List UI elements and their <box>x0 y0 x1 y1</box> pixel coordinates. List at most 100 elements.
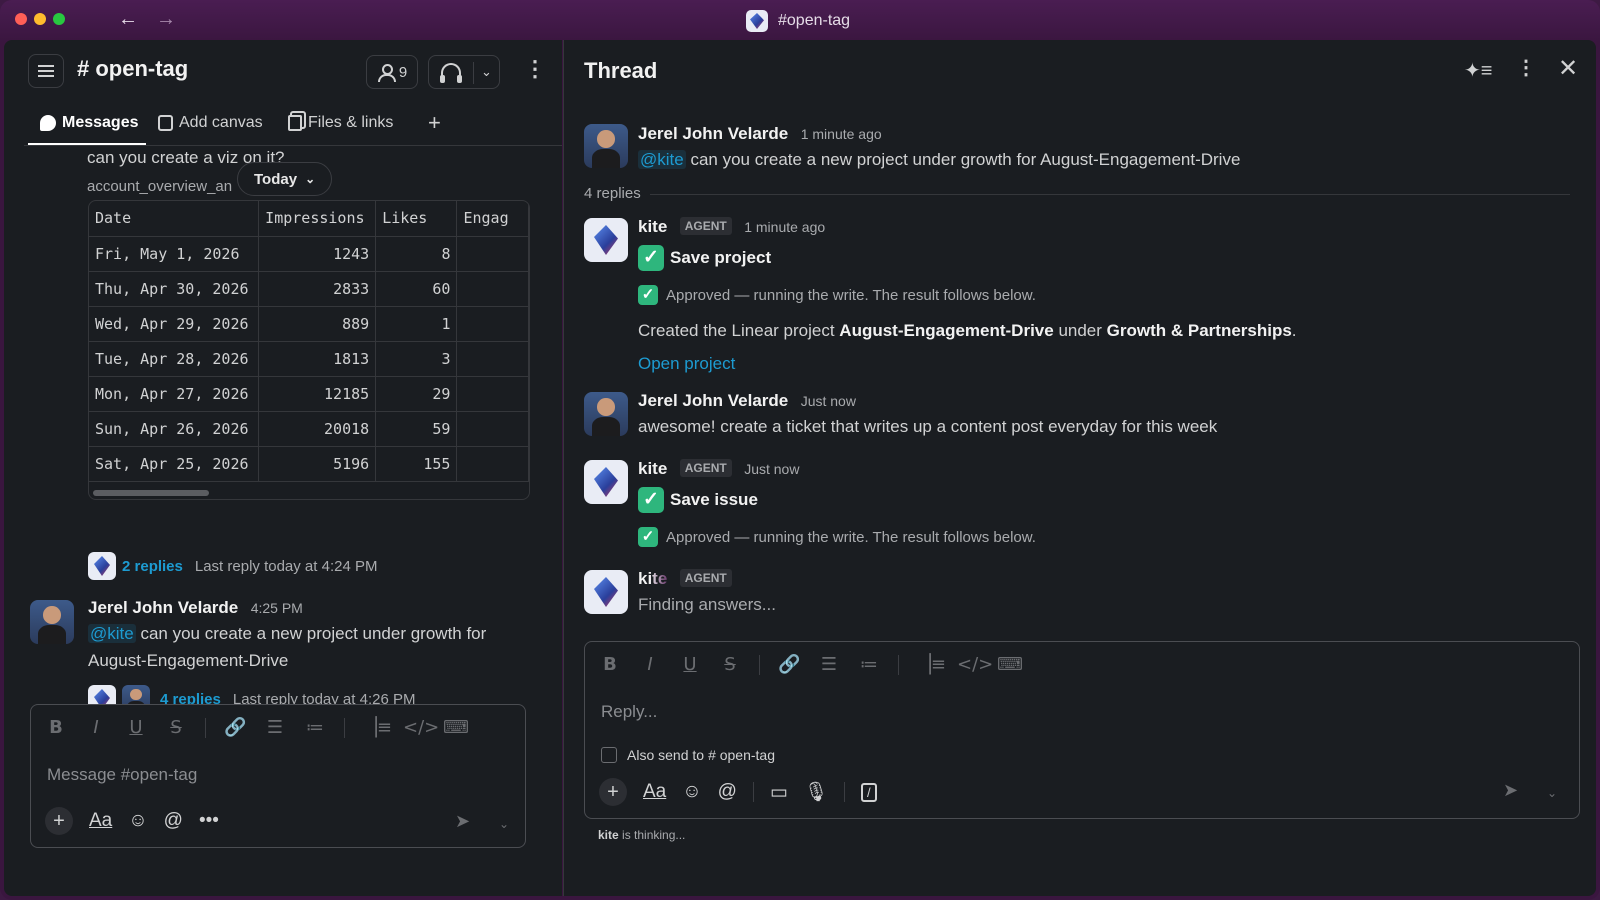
table-row: Mon, Apr 27, 2026 12185 29 <box>89 376 529 412</box>
mention-icon[interactable]: @ <box>164 810 183 832</box>
channel-header: # open-tag 9 ⌄ ⋮ <box>4 40 562 102</box>
also-send-option[interactable]: Also send to # open-tag <box>601 747 775 763</box>
chevron-down-icon[interactable]: ⌄ <box>481 64 492 80</box>
strikethrough-icon[interactable]: S <box>165 717 187 738</box>
message-timestamp[interactable]: 1 minute ago <box>801 126 882 142</box>
send-icon[interactable]: ➤ <box>1503 780 1518 801</box>
message-timestamp[interactable]: 4:25 PM <box>251 600 303 616</box>
send-options-chevron-icon[interactable]: ⌄ <box>499 817 509 831</box>
emoji-icon[interactable]: ☺ <box>682 781 701 803</box>
message-author[interactable]: Jerel John Velarde <box>88 598 238 617</box>
table-row: Sat, Apr 25, 2026 5196 155 <box>89 446 529 482</box>
link-icon[interactable]: 🔗 <box>224 717 246 738</box>
table-cell: 8 <box>375 236 458 272</box>
table-cell: 12185 <box>258 376 377 412</box>
numbered-list-icon[interactable]: ☰ <box>264 717 286 738</box>
emoji-icon[interactable]: ☺ <box>128 810 147 832</box>
table-row: Fri, May 1, 2026 1243 8 <box>89 236 529 272</box>
underline-icon[interactable]: U <box>125 717 147 738</box>
message-timestamp[interactable]: Just now <box>801 393 856 409</box>
message-author[interactable]: kite <box>638 459 667 478</box>
bold-icon[interactable]: B <box>45 717 67 738</box>
bulleted-list-icon[interactable]: ≔ <box>304 717 326 738</box>
text-format-icon[interactable]: Aa <box>89 810 112 832</box>
reply-composer: B I U S 🔗 ☰ ≔ ▕≡ </> ⌨ Reply... Also sen… <box>584 641 1580 819</box>
microphone-icon[interactable]: 🎙 <box>804 780 828 804</box>
table-cell: Tue, Apr 28, 2026 <box>89 341 260 377</box>
italic-icon[interactable]: I <box>639 654 661 675</box>
tab-files-links-label: Files & links <box>308 114 394 131</box>
sidebar-toggle-button[interactable] <box>28 54 64 88</box>
link-icon[interactable]: 🔗 <box>778 654 800 675</box>
maximize-window-button[interactable] <box>53 13 65 25</box>
message-composer: B I U S 🔗 ☰ ≔ ▕≡ </> ⌨ Message #open-tag… <box>30 704 526 848</box>
kite-avatar[interactable] <box>584 460 628 504</box>
thread-summary-icon[interactable]: ✦≡ <box>1464 58 1492 83</box>
strikethrough-icon[interactable]: S <box>719 654 741 675</box>
mention-icon[interactable]: @ <box>718 781 737 803</box>
close-icon[interactable]: ✕ <box>1558 54 1578 83</box>
huddle-button[interactable]: ⌄ <box>428 55 500 89</box>
tab-add-canvas[interactable]: Add canvas <box>158 114 263 132</box>
tab-messages[interactable]: Messages <box>40 114 139 132</box>
date-divider-pill[interactable]: Today ⌄ <box>237 162 333 196</box>
kite-avatar[interactable] <box>584 218 628 262</box>
close-window-button[interactable] <box>15 13 27 25</box>
open-project-link[interactable]: Open project <box>638 354 735 373</box>
members-button[interactable]: 9 <box>366 55 418 89</box>
message-author[interactable]: Jerel John Velarde <box>638 124 788 143</box>
more-options-icon[interactable]: ⋮ <box>1516 58 1536 78</box>
slash-command-icon[interactable]: / <box>861 782 877 802</box>
channel-tabs: Messages Add canvas Files & links + <box>24 108 562 146</box>
blockquote-icon[interactable]: ▕≡ <box>363 717 392 738</box>
more-options-icon[interactable]: ⋮ <box>524 58 546 80</box>
table-cell: 20018 <box>258 411 377 447</box>
message-timestamp[interactable]: 1 minute ago <box>744 219 825 235</box>
send-options-chevron-icon[interactable]: ⌄ <box>1547 786 1557 800</box>
tab-files-links[interactable]: Files & links <box>288 114 393 132</box>
send-icon[interactable]: ➤ <box>455 811 470 832</box>
code-icon[interactable]: </> <box>403 717 439 738</box>
bold-icon[interactable]: B <box>599 654 621 675</box>
code-icon[interactable]: </> <box>957 654 993 675</box>
agent-badge: AGENT <box>679 217 732 235</box>
message-author[interactable]: Jerel John Velarde <box>638 391 788 410</box>
mention[interactable]: @kite <box>638 150 686 169</box>
replies-link[interactable]: 2 replies <box>122 558 183 575</box>
more-actions-icon[interactable]: ••• <box>199 810 219 832</box>
plus-icon[interactable]: + <box>599 778 627 806</box>
message-author[interactable]: kite <box>638 217 667 236</box>
italic-icon[interactable]: I <box>85 717 107 738</box>
message-input[interactable]: Message #open-tag <box>47 765 197 785</box>
table-cell: Sat, Apr 25, 2026 <box>89 446 260 482</box>
video-icon[interactable]: ▭ <box>770 781 788 804</box>
user-avatar[interactable] <box>30 600 74 644</box>
also-send-checkbox[interactable] <box>601 747 617 763</box>
back-arrow-icon[interactable]: ← <box>118 8 138 31</box>
kite-avatar[interactable] <box>584 570 628 614</box>
code-block-icon[interactable]: ⌨ <box>443 717 469 738</box>
minimize-window-button[interactable] <box>34 13 46 25</box>
horizontal-scrollbar[interactable] <box>93 490 209 496</box>
tab-add-canvas-label: Add canvas <box>179 114 263 131</box>
numbered-list-icon[interactable]: ☰ <box>818 654 840 675</box>
code-block-icon[interactable]: ⌨ <box>997 654 1023 675</box>
text-format-icon[interactable]: Aa <box>643 781 666 803</box>
message-author[interactable]: kite <box>638 569 667 588</box>
channel-name[interactable]: # open-tag <box>77 56 188 82</box>
user-avatar[interactable] <box>584 124 628 168</box>
project-name: August-Engagement-Drive <box>839 321 1054 340</box>
thread-summary[interactable]: 2 replies Last reply today at 4:24 PM <box>88 552 377 580</box>
table-row: Thu, Apr 30, 2026 2833 60 <box>89 271 529 307</box>
add-tab-button[interactable]: + <box>428 110 441 136</box>
mention[interactable]: @kite <box>88 624 136 643</box>
message-timestamp[interactable]: Just now <box>744 461 799 477</box>
forward-arrow-icon[interactable]: → <box>156 8 176 31</box>
reply-input[interactable]: Reply... <box>601 702 657 722</box>
attachment-name[interactable]: account_overview_an <box>87 178 232 195</box>
bulleted-list-icon[interactable]: ≔ <box>858 654 880 675</box>
plus-icon[interactable]: + <box>45 807 73 835</box>
underline-icon[interactable]: U <box>679 654 701 675</box>
blockquote-icon[interactable]: ▕≡ <box>917 654 946 675</box>
user-avatar[interactable] <box>584 392 628 436</box>
